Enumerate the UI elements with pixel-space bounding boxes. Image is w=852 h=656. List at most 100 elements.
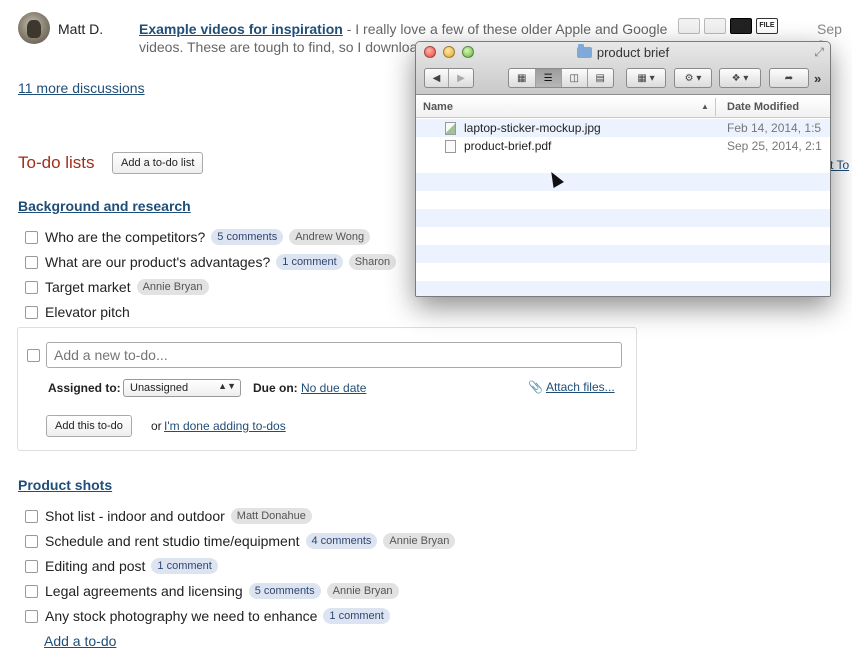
name-column-header[interactable]: Name <box>423 101 453 113</box>
todo-lists-heading: To-do lists <box>18 153 95 172</box>
share-button[interactable]: ➦ <box>769 68 809 88</box>
due-on-label: Due on: <box>253 381 298 395</box>
todo-checkbox[interactable] <box>25 584 38 598</box>
discussion-author: Matt D. <box>58 21 104 37</box>
empty-row <box>416 209 830 227</box>
todo-item[interactable]: Elevator pitch <box>25 302 130 322</box>
file-name[interactable]: product-brief.pdf <box>464 139 551 153</box>
add-todo-link[interactable]: Add a to-do <box>44 633 116 649</box>
todo-checkbox[interactable] <box>25 609 38 623</box>
assignee-badge: Matt Donahue <box>230 508 312 524</box>
date-modified-column-header[interactable]: Date Modified <box>727 101 799 113</box>
file-date: Feb 14, 2014, 1:5 <box>727 121 822 135</box>
attachment-icon[interactable] <box>730 18 752 34</box>
list-title-background-research[interactable]: Background and research <box>18 198 191 214</box>
empty-row <box>416 191 830 209</box>
todo-text[interactable]: Elevator pitch <box>45 304 130 320</box>
add-this-todo-button[interactable]: Add this to-do <box>46 415 132 437</box>
window-title: product brief <box>416 44 830 60</box>
todo-text[interactable]: Who are the competitors? <box>45 229 205 245</box>
coverflow-view-icon[interactable]: ▤ <box>588 69 614 87</box>
comments-badge[interactable]: 1 comment <box>151 558 218 574</box>
empty-row <box>416 155 830 173</box>
comments-badge[interactable]: 5 comments <box>211 229 284 245</box>
comments-badge[interactable]: 5 comments <box>248 583 321 599</box>
action-button[interactable]: ⚙ ▾ <box>674 68 712 88</box>
todo-checkbox[interactable] <box>25 509 38 523</box>
add-todo-list-button[interactable]: Add a to-do list <box>112 152 204 174</box>
dropbox-button[interactable]: ❖ ▾ <box>719 68 761 88</box>
todo-checkbox[interactable] <box>25 305 38 319</box>
todo-item[interactable]: Legal agreements and licensing 5 comment… <box>25 581 399 601</box>
assignee-badge: Andrew Wong <box>289 229 371 245</box>
column-divider[interactable] <box>715 98 716 116</box>
todo-text[interactable]: Legal agreements and licensing <box>45 583 243 599</box>
todo-text[interactable]: Target market <box>45 279 131 295</box>
attach-files-link[interactable]: Attach files... <box>546 380 615 394</box>
todo-checkbox[interactable] <box>25 255 38 269</box>
todo-item[interactable]: What are our product's advantages? 1 com… <box>25 252 397 272</box>
file-name[interactable]: laptop-sticker-mockup.jpg <box>464 121 601 135</box>
paperclip-icon: 📎 <box>528 380 543 394</box>
fullscreen-icon[interactable]: ⤢ <box>814 45 824 60</box>
finder-window[interactable]: product brief ⤢ ◀ ▶ ▦ ☰ ◫ ▤ ▦ ▾ ⚙ ▾ ❖ ▾ … <box>415 41 831 297</box>
todo-checkbox[interactable] <box>25 534 38 548</box>
due-date-link[interactable]: No due date <box>301 381 366 395</box>
pdf-file-icon <box>445 140 456 153</box>
new-todo-input[interactable] <box>46 342 622 368</box>
comments-badge[interactable]: 4 comments <box>305 533 378 549</box>
back-icon[interactable]: ◀ <box>425 69 450 87</box>
list-title-product-shots[interactable]: Product shots <box>18 477 112 493</box>
file-list: laptop-sticker-mockup.jpg Feb 14, 2014, … <box>416 119 830 296</box>
todo-checkbox[interactable] <box>25 280 38 294</box>
comments-badge[interactable]: 1 comment <box>323 608 390 624</box>
arrange-button[interactable]: ▦ ▾ <box>626 68 666 88</box>
done-adding-link[interactable]: I'm done adding to-dos <box>164 419 286 433</box>
todo-item[interactable]: Who are the competitors? 5 comments Andr… <box>25 227 371 247</box>
assigned-to-label: Assigned to: <box>48 381 121 395</box>
file-row[interactable]: laptop-sticker-mockup.jpg Feb 14, 2014, … <box>416 119 830 137</box>
file-icon[interactable]: FILE <box>756 18 778 34</box>
view-mode-control[interactable]: ▦ ☰ ◫ ▤ <box>508 68 614 88</box>
list-view-icon[interactable]: ☰ <box>535 69 562 87</box>
comments-badge[interactable]: 1 comment <box>276 254 343 270</box>
icon-view-icon[interactable]: ▦ <box>509 69 536 87</box>
window-title-text: product brief <box>596 45 670 60</box>
toolbar-overflow-icon[interactable]: » <box>814 71 821 86</box>
todo-text[interactable]: Shot list - indoor and outdoor <box>45 508 225 524</box>
todo-text[interactable]: Any stock photography we need to enhance <box>45 608 317 624</box>
todo-item[interactable]: Editing and post 1 comment <box>25 556 218 576</box>
todo-text[interactable]: Editing and post <box>45 558 145 574</box>
select-arrows-icon: ▲▼ <box>218 381 236 391</box>
assignee-select[interactable]: Unassigned ▲▼ <box>123 379 241 397</box>
back-forward-control[interactable]: ◀ ▶ <box>424 68 474 88</box>
attachment-icon[interactable] <box>678 18 700 34</box>
column-view-icon[interactable]: ◫ <box>562 69 588 87</box>
folder-icon <box>576 44 592 58</box>
todo-item[interactable]: Schedule and rent studio time/equipment … <box>25 531 456 551</box>
discussion-title-link[interactable]: Example videos for inspiration <box>139 21 343 37</box>
assignee-select-value: Unassigned <box>130 382 189 394</box>
todo-item[interactable]: Any stock photography we need to enhance… <box>25 606 390 626</box>
file-date: Sep 25, 2014, 2:1 <box>727 139 822 153</box>
attachment-icon[interactable] <box>704 18 726 34</box>
finder-toolbar: product brief ⤢ ◀ ▶ ▦ ☰ ◫ ▤ ▦ ▾ ⚙ ▾ ❖ ▾ … <box>416 42 830 95</box>
todo-text[interactable]: What are our product's advantages? <box>45 254 270 270</box>
todo-item[interactable]: Target market Annie Bryan <box>25 277 209 297</box>
attach-files[interactable]: 📎 Attach files... <box>528 380 615 394</box>
todo-checkbox[interactable] <box>25 559 38 573</box>
avatar <box>18 12 50 44</box>
gear-icon: ⚙ ▾ <box>684 72 702 84</box>
more-discussions-link[interactable]: 11 more discussions <box>18 80 145 96</box>
new-todo-checkbox <box>27 349 40 362</box>
todo-item[interactable]: Shot list - indoor and outdoor Matt Dona… <box>25 506 312 526</box>
assignee-badge: Sharon <box>348 254 397 270</box>
new-todo-form: Assigned to: Unassigned ▲▼ Due on: No du… <box>17 327 637 451</box>
file-row[interactable]: product-brief.pdf Sep 25, 2014, 2:1 <box>416 137 830 155</box>
obscured-link[interactable]: t To <box>830 158 849 172</box>
forward-icon[interactable]: ▶ <box>449 69 473 87</box>
dropbox-icon: ❖ ▾ <box>731 72 749 84</box>
todo-text[interactable]: Schedule and rent studio time/equipment <box>45 533 300 549</box>
todo-checkbox[interactable] <box>25 230 38 244</box>
list-header: Name ▲ Date Modified <box>416 96 830 118</box>
